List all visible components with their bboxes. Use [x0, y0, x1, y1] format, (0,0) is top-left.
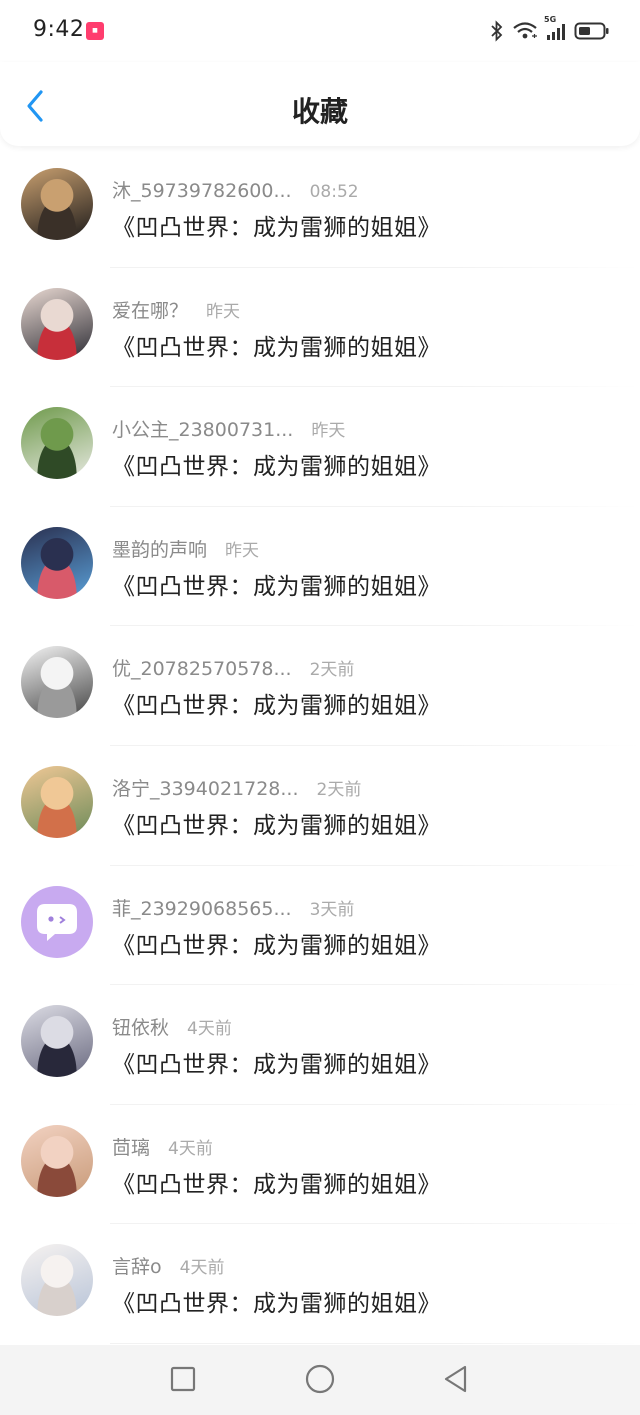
- timestamp: 2天前: [309, 660, 355, 681]
- list-item[interactable]: 菲_23929068565... 3天前《凹凸世界：成为雷狮的姐姐》: [0, 866, 640, 986]
- divider: [110, 1342, 640, 1344]
- battery-icon: [574, 21, 610, 41]
- chat-bubble-icon: [37, 903, 77, 941]
- book-title[interactable]: 《凹凸世界：成为雷狮的姐姐》: [112, 1165, 441, 1199]
- list-item[interactable]: 优_20782570578... 2天前《凹凸世界：成为雷狮的姐姐》: [0, 626, 640, 746]
- avatar[interactable]: [21, 407, 93, 480]
- timestamp: 2天前: [316, 779, 362, 800]
- item-meta: 优_20782570578... 2天前: [112, 654, 354, 681]
- avatar[interactable]: [21, 1244, 93, 1317]
- triangle-back-icon: [441, 1364, 469, 1398]
- book-title[interactable]: 《凹凸世界：成为雷狮的姐姐》: [112, 208, 441, 242]
- book-title[interactable]: 《凹凸世界：成为雷狮的姐姐》: [112, 328, 441, 362]
- list-item[interactable]: 茴璃 4天前《凹凸世界：成为雷狮的姐姐》: [0, 1105, 640, 1225]
- username[interactable]: 爱在哪？: [112, 296, 188, 323]
- wifi-icon: [512, 21, 538, 41]
- favorites-list: 沐_59739782600... 08:52 《凹凸世界：成为雷狮的姐姐》 爱在哪？昨…: [0, 148, 640, 1344]
- book-title[interactable]: 《凹凸世界：成为雷狮的姐姐》: [112, 567, 441, 601]
- timestamp: 4天前: [179, 1258, 225, 1279]
- circle-icon: [304, 1363, 336, 1399]
- avatar[interactable]: [21, 1005, 93, 1078]
- app-notification-icon: ■: [86, 22, 104, 40]
- avatar[interactable]: [21, 646, 93, 719]
- list-item[interactable]: 墨韵的声响 昨天《凹凸世界：成为雷狮的姐姐》: [0, 507, 640, 627]
- timestamp: 3天前: [309, 899, 355, 920]
- timestamp: 4天前: [168, 1138, 213, 1159]
- network-type-label: 5G: [544, 15, 557, 24]
- username[interactable]: 墨韵的声响: [112, 535, 207, 562]
- timestamp: 昨天: [311, 421, 346, 442]
- book-title[interactable]: 《凹凸世界：成为雷狮的姐姐》: [112, 806, 441, 840]
- book-title[interactable]: 《凹凸世界：成为雷狮的姐姐》: [112, 926, 441, 960]
- item-meta: 墨韵的声响 昨天: [112, 535, 259, 562]
- username[interactable]: 沐_59739782600...: [112, 176, 292, 203]
- status-time: 9:42: [33, 17, 85, 42]
- book-title[interactable]: 《凹凸世界：成为雷狮的姐姐》: [112, 447, 441, 481]
- list-item[interactable]: 小公主_23800731... 昨天《凹凸世界：成为雷狮的姐姐》: [0, 387, 640, 507]
- timestamp: 4天前: [187, 1019, 232, 1040]
- timestamp: 昨天: [206, 301, 241, 322]
- item-meta: 爱在哪？ 昨天: [112, 296, 240, 323]
- username[interactable]: 茴璃: [112, 1133, 150, 1160]
- avatar[interactable]: [21, 287, 93, 360]
- username[interactable]: 洛宁_3394021728...: [112, 774, 299, 801]
- item-meta: 洛宁_3394021728... 2天前: [112, 774, 361, 801]
- avatar[interactable]: [21, 885, 93, 958]
- timestamp: 08:52: [309, 182, 359, 202]
- item-meta: 茴璃 4天前: [112, 1133, 213, 1160]
- item-meta: 菲_23929068565... 3天前: [112, 894, 354, 921]
- signal-icon: 5G: [544, 15, 566, 41]
- list-item[interactable]: 爱在哪？ 昨天《凹凸世界：成为雷狮的姐姐》: [0, 268, 640, 388]
- avatar[interactable]: [21, 168, 93, 240]
- username[interactable]: 优_20782570578...: [112, 654, 292, 681]
- recents-button[interactable]: [165, 1363, 201, 1399]
- status-icons: 5G: [490, 15, 610, 44]
- avatar[interactable]: [21, 765, 93, 838]
- username[interactable]: 菲_23929068565...: [112, 894, 292, 921]
- avatar[interactable]: [21, 1124, 93, 1197]
- home-button[interactable]: [302, 1363, 338, 1399]
- book-title[interactable]: 《凹凸世界：成为雷狮的姐姐》: [112, 1045, 441, 1079]
- list-item[interactable]: 言辞o 4天前《凹凸世界：成为雷狮的姐姐》: [0, 1224, 640, 1344]
- status-bar: 9:42 ■ 5G: [0, 0, 640, 62]
- system-back-button[interactable]: [437, 1363, 473, 1399]
- book-title[interactable]: 《凹凸世界：成为雷狮的姐姐》: [112, 686, 441, 720]
- avatar[interactable]: [21, 526, 93, 599]
- list-item[interactable]: 钮依秋 4天前《凹凸世界：成为雷狮的姐姐》: [0, 985, 640, 1105]
- list-item[interactable]: 洛宁_3394021728... 2天前《凹凸世界：成为雷狮的姐姐》: [0, 746, 640, 866]
- username[interactable]: 小公主_23800731...: [112, 415, 293, 442]
- timestamp: 昨天: [225, 540, 260, 561]
- item-meta: 沐_59739782600... 08:52: [112, 176, 359, 203]
- book-title[interactable]: 《凹凸世界：成为雷狮的姐姐》: [112, 1284, 441, 1318]
- square-icon: [169, 1365, 197, 1397]
- app-header: 收藏: [0, 62, 640, 146]
- item-meta: 小公主_23800731... 昨天: [112, 415, 345, 442]
- username[interactable]: 言辞o: [112, 1252, 162, 1279]
- item-meta: 钮依秋 4天前: [112, 1013, 232, 1040]
- system-nav-bar: [0, 1345, 640, 1415]
- item-meta: 言辞o 4天前: [112, 1252, 224, 1279]
- page-title: 收藏: [291, 95, 348, 128]
- bluetooth-icon: [490, 20, 504, 42]
- list-item[interactable]: 沐_59739782600... 08:52 《凹凸世界：成为雷狮的姐姐》: [0, 148, 640, 268]
- username[interactable]: 钮依秋: [112, 1013, 169, 1040]
